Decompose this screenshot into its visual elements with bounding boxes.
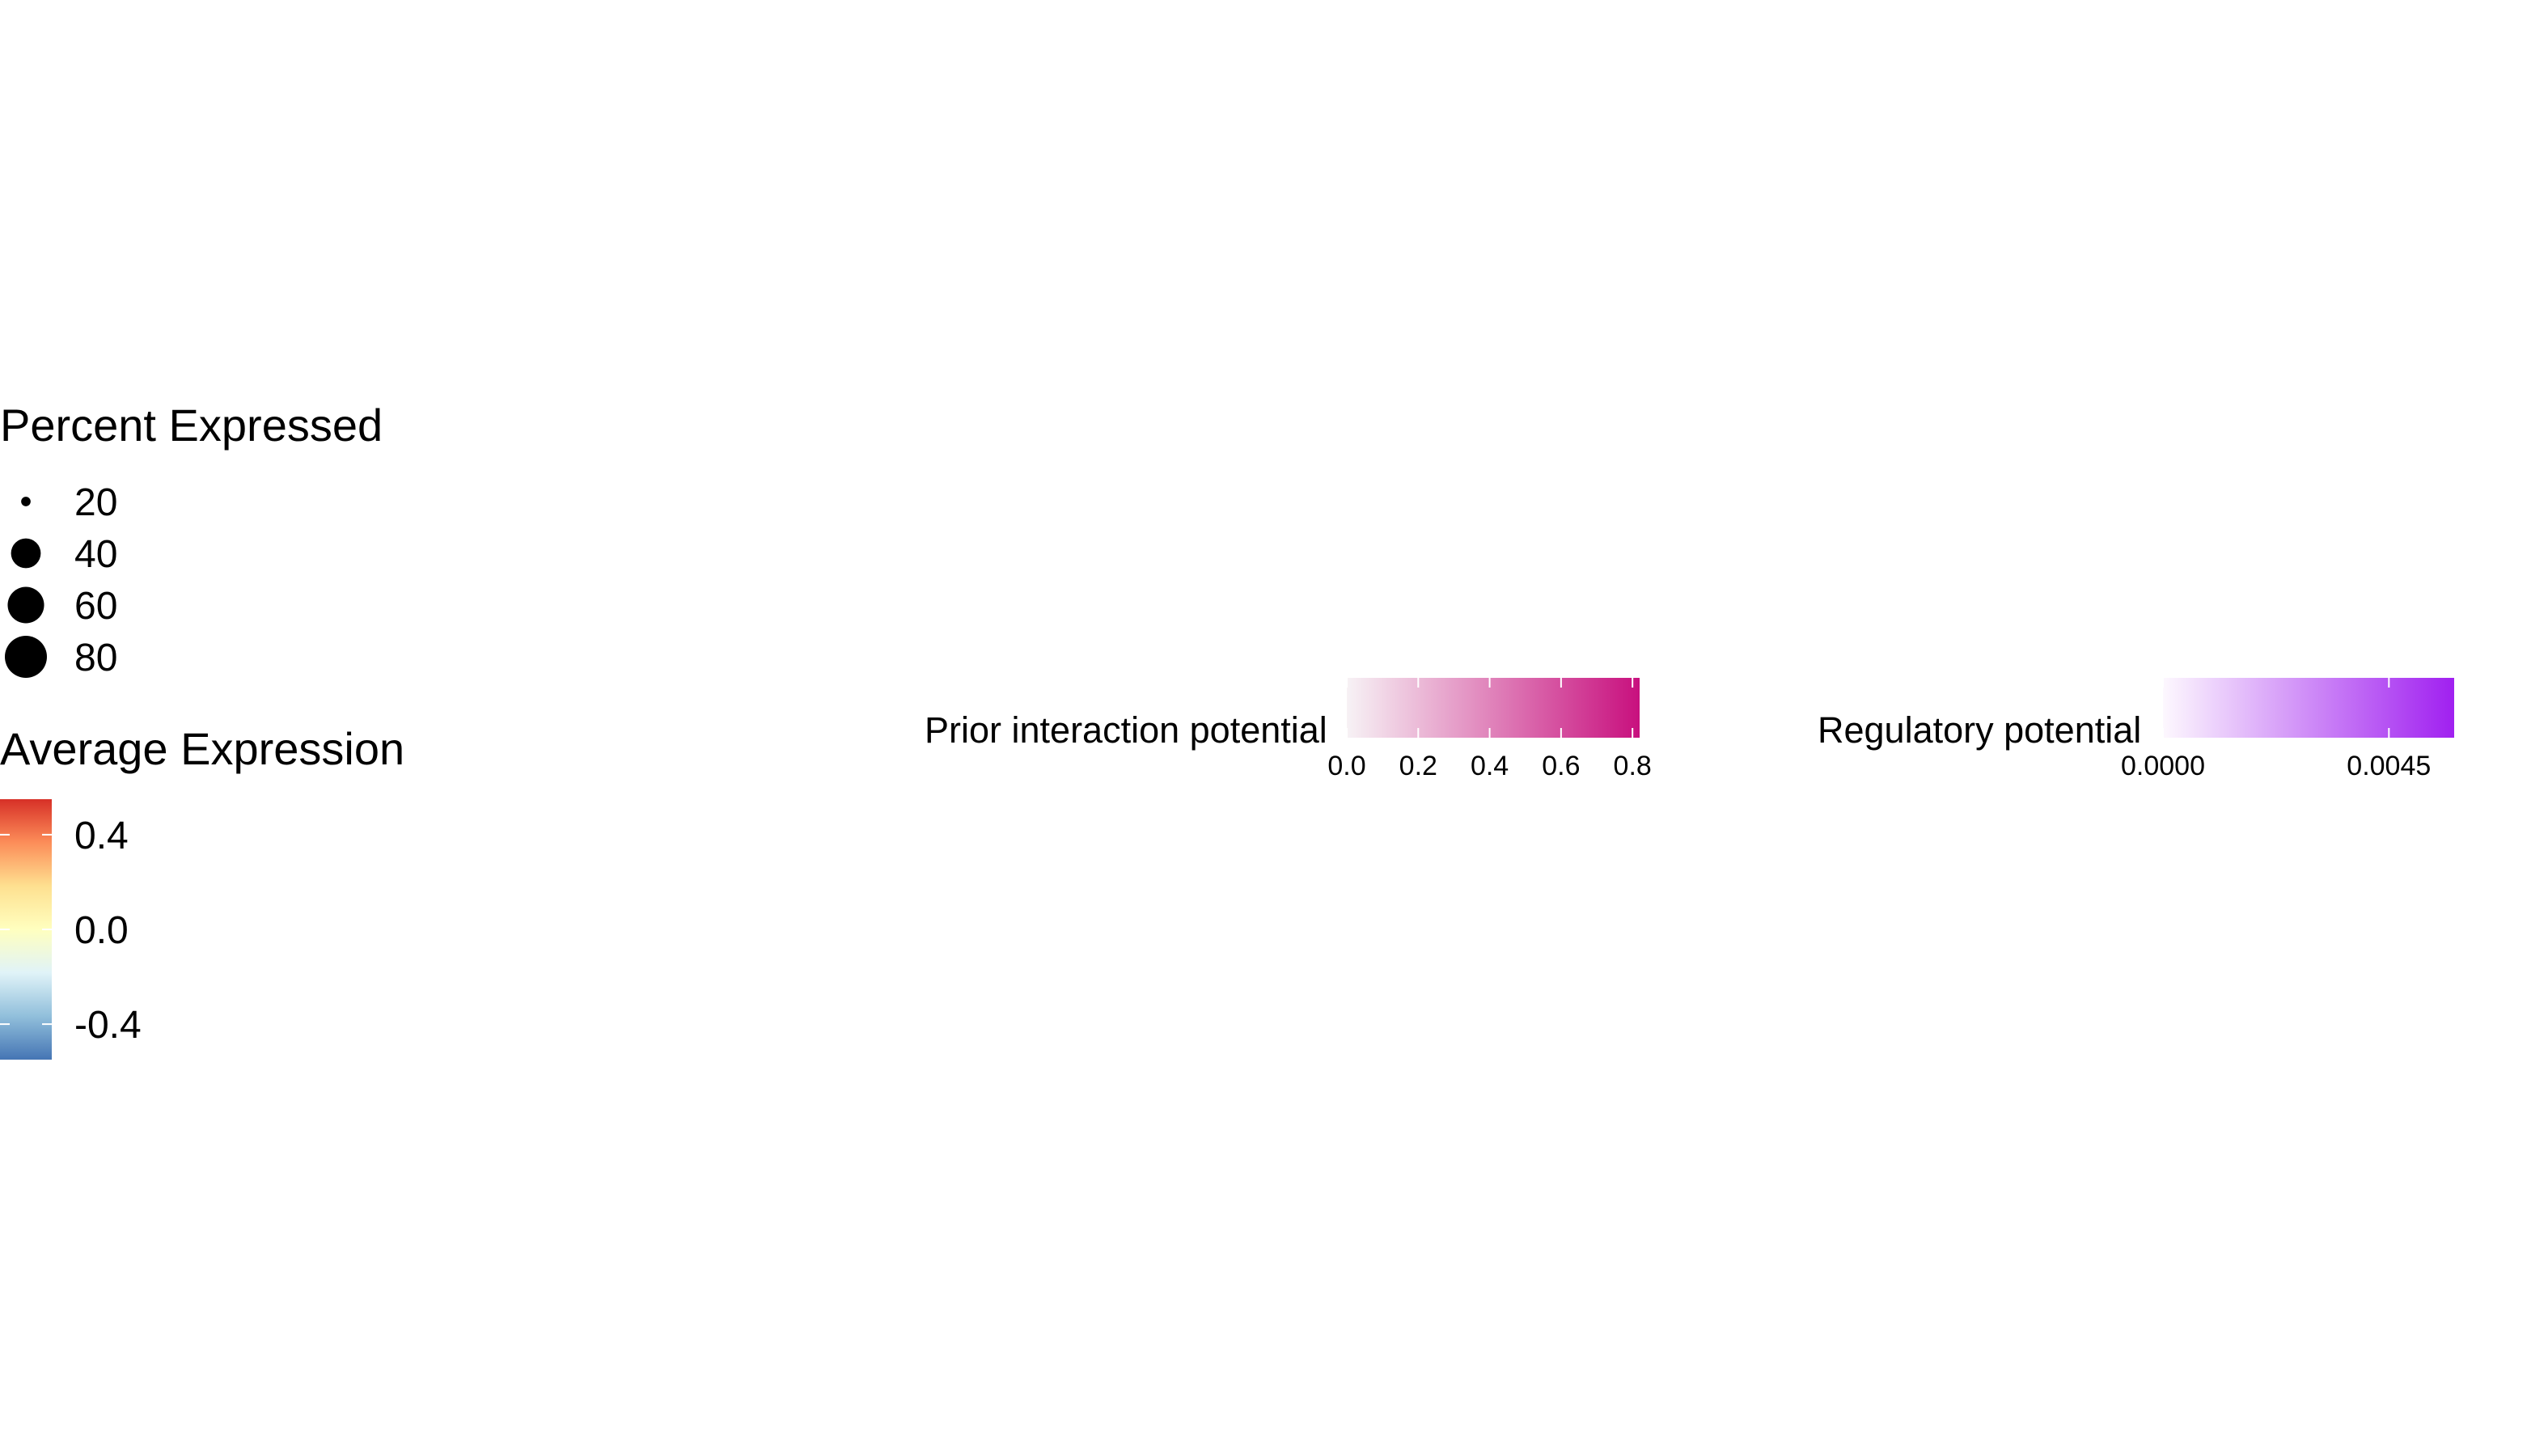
prior-interaction-legend-title: Prior interaction potential: [925, 709, 1327, 751]
regulatory-potential-legend: Regulatory potential 0.0000 0.0045: [1818, 678, 2454, 781]
regulatory-potential-tick-label: 0.0045: [2347, 751, 2431, 781]
average-expression-legend-title: Average Expression: [0, 723, 404, 774]
size-legend-items: 20 40 60 80: [5, 481, 117, 679]
prior-interaction-tick-label: 0.0: [1327, 751, 1365, 781]
size-legend-label: 60: [74, 585, 117, 628]
prior-interaction-tick-label: 0.2: [1399, 751, 1437, 781]
prior-interaction-legend: Prior interaction potential 0.0 0.2 0.4 0.6…: [925, 678, 1652, 781]
average-expression-tick-label: -0.4: [74, 1004, 142, 1047]
size-legend-label: 80: [74, 637, 117, 679]
prior-interaction-colorbar: [1347, 678, 1640, 738]
regulatory-potential-colorbar: [2163, 678, 2454, 738]
prior-interaction-tick-label: 0.6: [1542, 751, 1580, 781]
size-legend-marker: [5, 636, 47, 678]
size-legend-label: 40: [74, 533, 117, 576]
legend-canvas: Percent Expressed 20 40 60 80 Average Expre…: [0, 400, 2454, 1060]
prior-interaction-tick-label: 0.4: [1471, 751, 1509, 781]
average-expression-tick-label: 0.4: [74, 815, 129, 857]
size-legend: Percent Expressed 20 40 60 80: [0, 400, 383, 679]
average-expression-tick-label: 0.0: [74, 909, 129, 952]
size-legend-marker: [7, 586, 44, 624]
prior-interaction-tick-label: 0.8: [1614, 751, 1652, 781]
size-legend-label: 20: [74, 481, 117, 524]
regulatory-potential-legend-title: Regulatory potential: [1818, 709, 2141, 751]
size-legend-marker: [11, 538, 41, 569]
size-legend-marker: [21, 497, 31, 506]
size-legend-title: Percent Expressed: [0, 400, 383, 451]
average-expression-legend: Average Expression 0.4 0.0 -0.4: [0, 723, 404, 1060]
regulatory-potential-tick-label: 0.0000: [2121, 751, 2205, 781]
